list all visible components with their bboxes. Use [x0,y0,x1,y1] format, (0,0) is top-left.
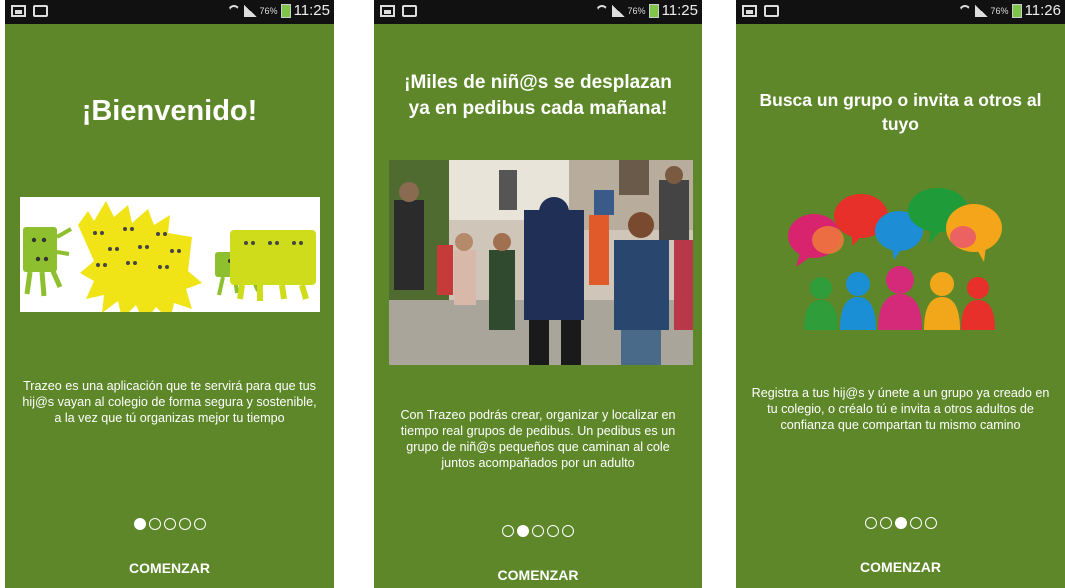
page-dot [924,517,937,529]
speech-bubbles-people-illustration [786,188,1018,330]
status-bar: 76% 11:25 [5,0,334,24]
onboarding-screen-1: 76% 11:25 ¡Bienvenido! Trazeo es una apl… [5,0,334,588]
signal-icon [611,4,625,17]
battery-icon [648,3,659,18]
children-walking-photo [389,160,693,365]
message-icon [764,5,779,17]
page-dot [193,518,206,530]
page-dot [532,525,544,537]
onboarding-screen-2: 76% 11:25 ¡Miles de niñ@s se desplazan y… [374,0,702,588]
wifi-icon [958,5,972,17]
clock: 11:26 [1024,2,1061,19]
gallery-icon [380,5,395,17]
battery-percent: 76% [259,5,278,16]
comenzar-button[interactable]: COMENZAR [374,567,702,583]
message-icon [402,5,417,17]
battery-icon [1011,3,1022,18]
status-bar: 76% 11:26 [736,0,1065,24]
page-dot [894,517,907,529]
comenzar-button[interactable]: COMENZAR [736,559,1065,575]
screen-description: Registra a tus hij@s y únete a un grupo … [751,386,1050,432]
signal-icon [974,4,988,17]
page-dot [562,525,574,537]
status-bar: 76% 11:25 [374,0,702,24]
gallery-icon [11,5,26,17]
battery-percent: 76% [627,5,646,16]
page-dot [502,525,514,537]
screen-title: Busca un grupo o invita a otros al tuyo [759,90,1042,134]
wifi-icon [595,5,609,17]
page-indicator [374,525,702,537]
page-dot [517,525,529,537]
screen-title: ¡Miles de niñ@s se desplazan ya en pedib… [404,72,672,119]
signal-icon [243,4,257,17]
wifi-icon [227,5,241,17]
gallery-icon [742,5,757,17]
page-dot [864,517,877,529]
page-dot [547,525,559,537]
monster-characters-illustration [20,197,320,323]
battery-percent: 76% [990,5,1009,16]
clock: 11:25 [293,2,330,19]
page-dot [178,518,191,530]
clock: 11:25 [661,2,698,19]
page-dot [879,517,892,529]
onboarding-screen-3: 76% 11:26 Busca un grupo o invita a otro… [736,0,1065,588]
page-indicator [736,517,1065,529]
screen-title: ¡Bienvenido! [81,95,258,127]
comenzar-button[interactable]: COMENZAR [5,560,334,576]
page-dot [133,518,146,530]
page-dot [909,517,922,529]
screen-description: Trazeo es una aplicación que te servirá … [22,379,317,425]
page-dot [148,518,161,530]
battery-icon [280,3,291,18]
message-icon [33,5,48,17]
page-indicator [5,518,334,530]
screen-description: Con Trazeo podrás crear, organizar y loc… [400,408,676,470]
page-dot [163,518,176,530]
